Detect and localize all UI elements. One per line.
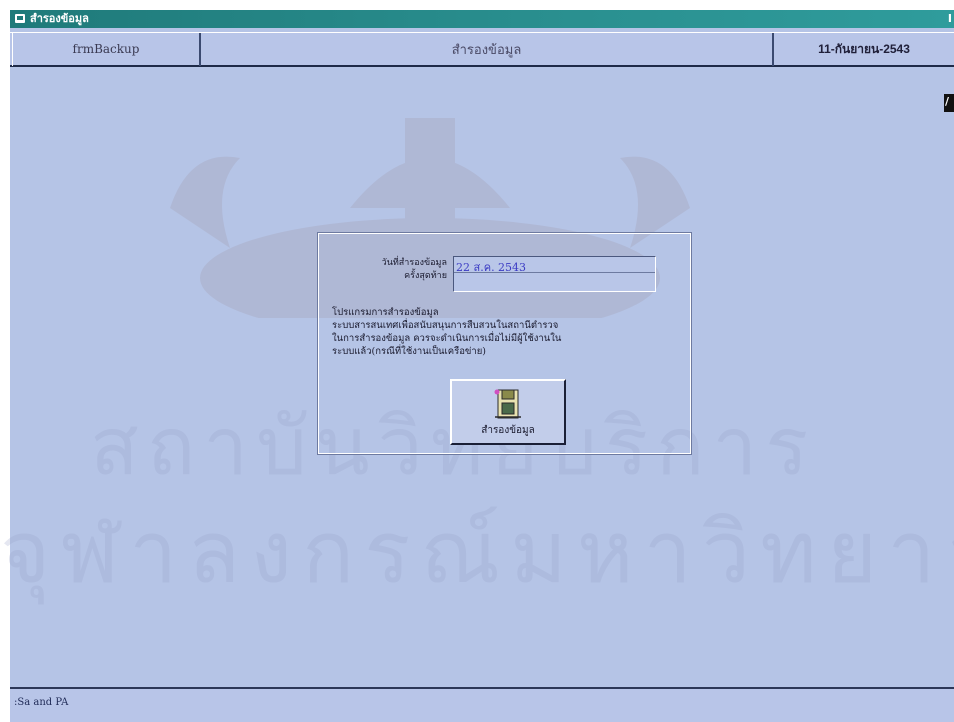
last-backup-label-line-2: ครั้งสุดท้าย xyxy=(404,271,447,281)
screen-title: สำรองข้อมูล xyxy=(201,33,774,66)
backup-panel: วันที่สำรองข้อมูล ครั้งสุดท้าย 22 ส.ค. 2… xyxy=(317,232,692,455)
description-line: ในการสำรองข้อมูล ควรจะดำเนินการเมื่อไม่ม… xyxy=(332,333,562,344)
backup-description: โปรแกรมการสำรองข้อมูล ระบบสารสนเทศเพื่อส… xyxy=(332,306,687,358)
watermark-line-2: จุฬาลงกรณ์มหาวิทยาลัย xyxy=(0,503,954,603)
description-line: โปรแกรมการสำรองข้อมูล xyxy=(332,307,439,318)
window-title: สำรองข้อมูล xyxy=(30,12,89,25)
form-name-label: frmBackup xyxy=(12,33,201,66)
last-backup-date-value: 22 ส.ค. 2543 xyxy=(456,261,527,274)
status-bar: :Sa and PA xyxy=(10,687,954,722)
current-date: 11-กันยายน-2543 xyxy=(818,42,910,56)
backup-disk-icon xyxy=(494,389,521,419)
titlebar-edge-glyph: I xyxy=(947,12,952,25)
corner-marker-glyph: / xyxy=(945,95,950,108)
form-header: frmBackup สำรองข้อมูล 11-กันยายน-2543 xyxy=(10,32,954,67)
last-backup-date-field: 22 ส.ค. 2543 xyxy=(453,256,656,292)
backup-button-label: สำรองข้อมูล xyxy=(481,425,535,436)
window-titlebar: สำรองข้อมูล I xyxy=(10,10,954,28)
backup-button[interactable]: สำรองข้อมูล xyxy=(450,379,566,445)
description-line: ระบบแล้ว(กรณีที่ใช้งานเป็นเครือข่าย) xyxy=(332,346,487,357)
date-field-divider xyxy=(454,272,655,273)
backup-form: สถาบันวิทยบริการ จุฬาลงกรณ์มหาวิทยาลัย f… xyxy=(0,28,954,722)
description-line: ระบบสารสนเทศเพื่อสนับสนุนการสืบสวนในสถาน… xyxy=(332,320,559,331)
last-backup-label: วันที่สำรองข้อมูล ครั้งสุดท้าย xyxy=(335,257,447,283)
last-backup-label-line-1: วันที่สำรองข้อมูล xyxy=(381,258,447,268)
window-icon xyxy=(15,14,25,23)
status-text: :Sa and PA xyxy=(14,697,69,708)
corner-marker: / xyxy=(944,94,954,112)
